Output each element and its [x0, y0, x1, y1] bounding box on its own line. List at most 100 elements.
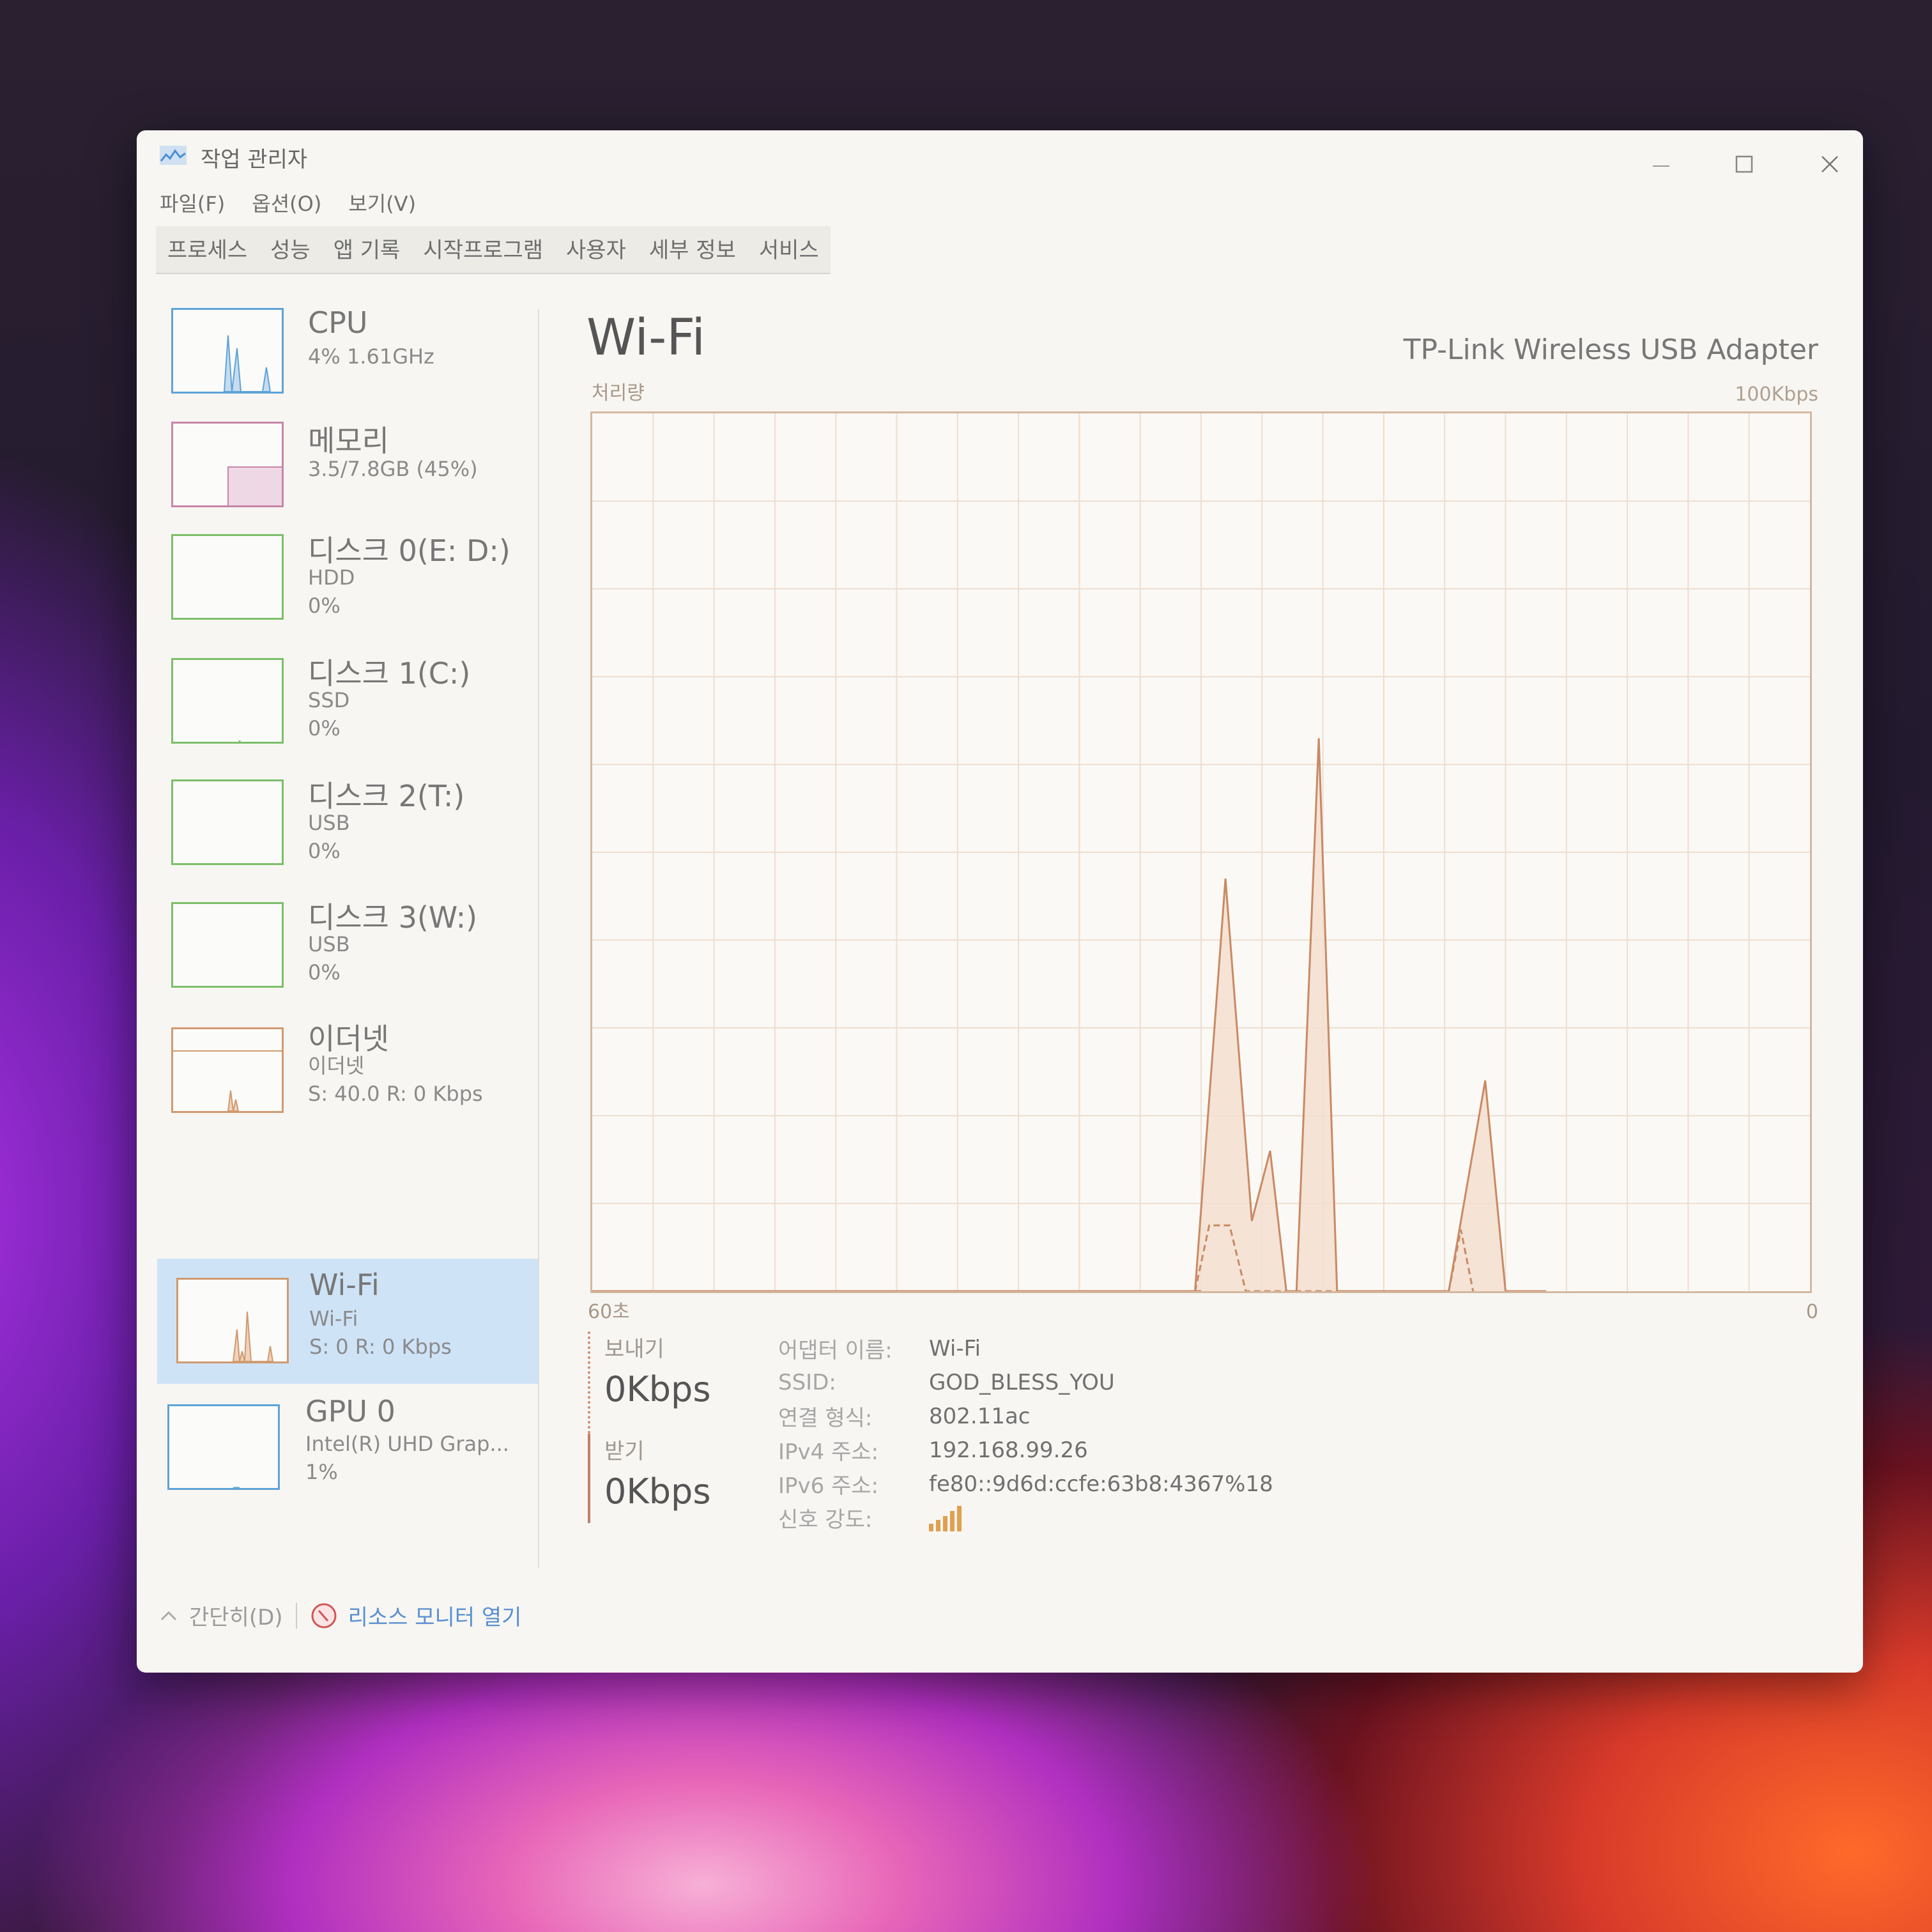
open-resource-monitor-link[interactable]: 리소스 모니터 열기 — [310, 1600, 521, 1631]
throughput-chart-svg — [592, 413, 1810, 1292]
chevron-up-icon — [160, 1611, 177, 1620]
performance-sidebar: CPU 4% 1.61GHz 메모리 3.5/7.8GB (45%) 디스크 0… — [150, 296, 546, 1510]
info-value: 192.168.99.26 — [929, 1437, 1088, 1463]
sidebar-item-disk-0[interactable]: 디스크 0(E: D:) HDD 0% — [150, 524, 530, 648]
adapter-name: TP-Link Wireless USB Adapter — [1403, 334, 1818, 366]
disk-0-thumbnail-graph — [171, 534, 284, 620]
minimize-icon — [1653, 165, 1669, 167]
info-row-adapter-name: 어댑터 이름: Wi-Fi — [778, 1331, 1273, 1365]
tab-startup[interactable]: 시작프로그램 — [411, 226, 555, 273]
tab-bar: 프로세스 성능 앱 기록 시작프로그램 사용자 세부 정보 서비스 — [156, 226, 831, 274]
chart-y-min-label: 0 — [1805, 1301, 1818, 1323]
info-value: fe80::9d6d:ccfe:63b8:4367%18 — [929, 1471, 1273, 1497]
menu-file[interactable]: 파일(F) — [160, 188, 225, 217]
sidebar-divider — [538, 309, 539, 1568]
footer-separator — [295, 1602, 297, 1629]
info-value: 802.11ac — [929, 1403, 1031, 1429]
sidebar-item-detail: HDD — [308, 565, 355, 590]
gpu-thumbnail-graph — [167, 1404, 280, 1490]
close-button[interactable] — [1811, 148, 1849, 180]
info-key: 신호 강도: — [778, 1507, 873, 1533]
info-key: IPv6 주소: — [778, 1473, 879, 1499]
info-row-ipv4: IPv4 주소: 192.168.99.26 — [778, 1433, 1273, 1467]
sidebar-item-usage: 0% — [308, 839, 341, 863]
tab-performance[interactable]: 성능 — [259, 226, 322, 273]
sidebar-item-label: 메모리 — [308, 424, 389, 458]
send-label: 보내기 — [604, 1337, 664, 1362]
sidebar-item-detail: Intel(R) UHD Grap... — [305, 1432, 509, 1456]
signal-strength-icon — [929, 1505, 962, 1531]
info-key: 연결 형식: — [778, 1406, 873, 1431]
task-manager-app-icon — [160, 146, 187, 165]
sidebar-item-label: CPU — [308, 305, 368, 340]
sidebar-item-throughput: S: 40.0 R: 0 Kbps — [308, 1082, 483, 1106]
sidebar-item-gpu[interactable]: GPU 0 Intel(R) UHD Grap... 1% — [150, 1392, 530, 1515]
tab-processes[interactable]: 프로세스 — [156, 226, 259, 273]
sidebar-item-usage: 1% — [305, 1460, 338, 1484]
disk-2-thumbnail-graph — [171, 779, 284, 865]
title-bar[interactable]: 작업 관리자 — [137, 130, 1863, 175]
footer: 간단히(D) 리소스 모니터 열기 — [160, 1600, 521, 1631]
task-manager-window: 작업 관리자 파일(F) 옵션(O) 보기(V) 프로세스 성능 앱 기록 시작… — [137, 130, 1863, 1673]
sidebar-item-ethernet[interactable]: 이더넷 이더넷 S: 40.0 R: 0 Kbps — [150, 1013, 530, 1137]
send-stat: 보내기 0Kbps — [588, 1331, 735, 1434]
sidebar-item-detail: 4% 1.61GHz — [308, 344, 434, 369]
disk-3-thumbnail-graph — [171, 902, 284, 988]
sidebar-item-usage: 0% — [308, 594, 341, 618]
memory-thumbnail-graph — [171, 422, 284, 507]
sidebar-item-disk-1[interactable]: 디스크 1(C:) SSD 0% — [150, 647, 530, 770]
sidebar-item-wifi[interactable]: Wi-Fi Wi-Fi S: 0 R: 0 Kbps — [157, 1259, 538, 1384]
info-key: 어댑터 이름: — [778, 1338, 893, 1363]
sidebar-item-detail: USB — [308, 811, 350, 835]
send-value: 0Kbps — [604, 1369, 711, 1409]
close-icon — [1821, 156, 1838, 172]
receive-series-area — [592, 738, 1546, 1291]
sidebar-item-detail: USB — [308, 932, 350, 956]
chart-y-max-label: 100Kbps — [1735, 383, 1818, 406]
chart-label: 처리량 — [592, 382, 645, 404]
sidebar-item-detail: 이더넷 — [308, 1054, 365, 1078]
info-value: GOD_BLESS_YOU — [929, 1369, 1115, 1395]
sidebar-item-disk-2[interactable]: 디스크 2(T:) USB 0% — [150, 769, 530, 893]
sidebar-item-detail: Wi-Fi — [309, 1307, 358, 1331]
maximize-button[interactable] — [1725, 148, 1763, 180]
menu-view[interactable]: 보기(V) — [348, 188, 416, 217]
tab-users[interactable]: 사용자 — [555, 226, 638, 273]
minimize-button[interactable] — [1642, 148, 1680, 180]
adapter-info-table: 어댑터 이름: Wi-Fi SSID: GOD_BLESS_YOU 연결 형식:… — [778, 1331, 1273, 1535]
info-row-ipv6: IPv6 주소: fe80::9d6d:ccfe:63b8:4367%18 — [778, 1467, 1273, 1501]
throughput-chart — [590, 411, 1812, 1293]
menu-bar: 파일(F) 옵션(O) 보기(V) — [160, 188, 416, 217]
tab-details[interactable]: 세부 정보 — [638, 226, 747, 273]
info-row-ssid: SSID: GOD_BLESS_YOU — [778, 1365, 1273, 1399]
sidebar-item-label: GPU 0 — [305, 1394, 395, 1429]
collapse-label: 간단히(D) — [189, 1605, 283, 1630]
info-row-signal-strength: 신호 강도: — [778, 1501, 1273, 1535]
info-row-connection-type: 연결 형식: 802.11ac — [778, 1399, 1273, 1433]
sidebar-item-throughput: S: 0 R: 0 Kbps — [309, 1335, 452, 1359]
sidebar-item-usage: 0% — [308, 716, 341, 740]
receive-stat: 받기 0Kbps — [588, 1434, 735, 1523]
info-key: IPv4 주소: — [778, 1439, 879, 1465]
tab-services[interactable]: 서비스 — [747, 226, 831, 273]
receive-value: 0Kbps — [604, 1471, 711, 1512]
cpu-thumbnail-graph — [171, 308, 284, 394]
menu-options[interactable]: 옵션(O) — [252, 188, 321, 217]
panel-title: Wi-Fi — [586, 309, 706, 367]
sidebar-item-usage: 0% — [308, 960, 341, 985]
sidebar-item-detail: 3.5/7.8GB (45%) — [308, 457, 478, 481]
ethernet-thumbnail-graph — [171, 1027, 284, 1113]
sidebar-item-memory[interactable]: 메모리 3.5/7.8GB (45%) — [150, 411, 530, 535]
sidebar-item-detail: SSD — [308, 688, 350, 712]
tab-app-history[interactable]: 앱 기록 — [322, 226, 412, 273]
sidebar-item-cpu[interactable]: CPU 4% 1.61GHz — [150, 296, 530, 420]
info-key: SSID: — [778, 1369, 836, 1395]
receive-series-line — [592, 738, 1546, 1292]
sidebar-item-disk-3[interactable]: 디스크 3(W:) USB 0% — [150, 892, 530, 1016]
disk-1-thumbnail-graph — [171, 658, 284, 744]
maximize-icon — [1735, 155, 1753, 173]
receive-label: 받기 — [604, 1439, 645, 1464]
sidebar-item-label: Wi-Fi — [309, 1268, 379, 1302]
window-title: 작업 관리자 — [201, 147, 308, 172]
collapse-button[interactable]: 간단히(D) — [160, 1600, 283, 1631]
